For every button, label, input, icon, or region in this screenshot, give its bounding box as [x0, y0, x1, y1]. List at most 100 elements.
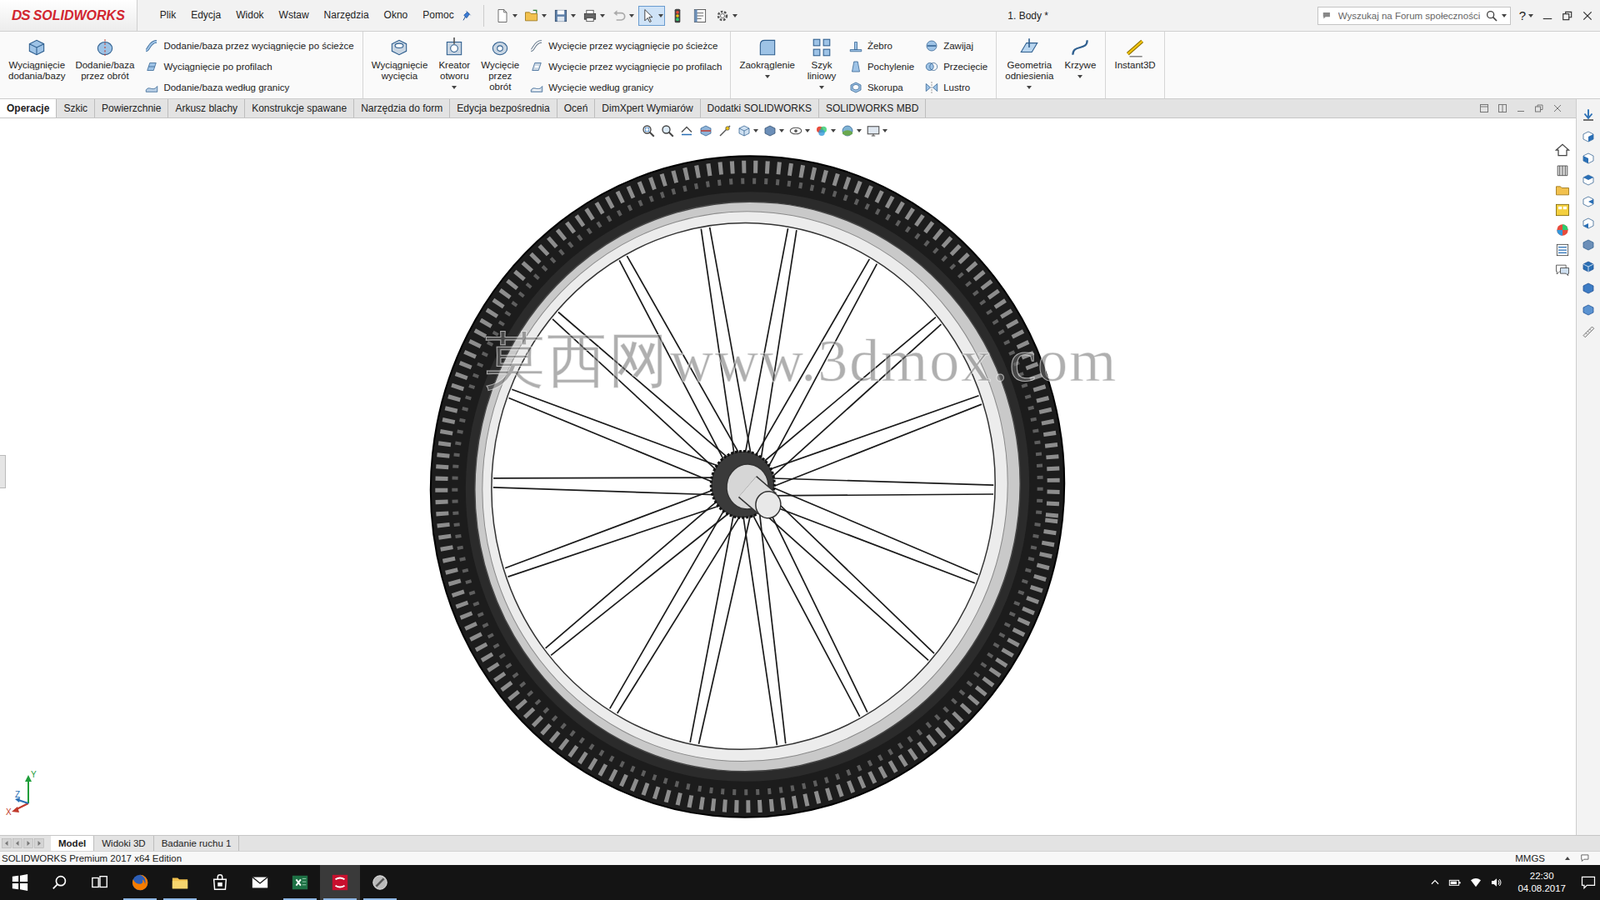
- select-pointer-button[interactable]: [638, 5, 665, 26]
- model-tab[interactable]: Model: [50, 835, 95, 851]
- intersect-icon[interactable]: [924, 59, 940, 75]
- open-folder-button[interactable]: [521, 5, 549, 26]
- dropdown-arrow[interactable]: [732, 14, 738, 18]
- close-icon[interactable]: [1581, 10, 1594, 22]
- ribbon-small-button[interactable]: Pochylenie: [848, 56, 915, 77]
- view-front-icon[interactable]: [1580, 129, 1596, 145]
- ribbon-small-label[interactable]: Wycięcie przez wyciągnięcie po profilach: [548, 61, 722, 72]
- ribbon-button-label[interactable]: Wyciągnięcie dodania/bazy: [8, 60, 65, 82]
- shell-icon[interactable]: [848, 80, 864, 95]
- ribbon-small-button[interactable]: Dodanie/baza według granicy: [144, 77, 354, 98]
- ribbon-small-label[interactable]: Przecięcie: [943, 61, 988, 72]
- dropdown-arrow[interactable]: [629, 14, 635, 18]
- ribbon-button-label[interactable]: Szyk liniowy: [807, 60, 837, 82]
- command-tab[interactable]: Edycja bezpośrednia: [450, 99, 557, 118]
- ribbon-button[interactable]: Kreator otworu: [433, 35, 475, 91]
- file-explorer-button[interactable]: [160, 865, 200, 900]
- ribbon-small-label[interactable]: Wycięcie przez wyciągnięcie po ścieżce: [548, 40, 718, 51]
- ribbon-small-button[interactable]: Wycięcie przez wyciągnięcie po profilach: [529, 56, 722, 77]
- new-document-icon[interactable]: [494, 7, 511, 25]
- ribbon-button-label[interactable]: Kreator otworu: [438, 60, 470, 82]
- ribbon-small-button[interactable]: Wycięcie przez wyciągnięcie po ścieżce: [529, 35, 722, 56]
- view-orientation-icon[interactable]: [736, 123, 752, 139]
- sweep-icon[interactable]: [144, 38, 160, 54]
- dynamic-annotation-icon[interactable]: [717, 123, 733, 139]
- dropdown-arrow[interactable]: [819, 85, 825, 90]
- excel-button[interactable]: [280, 865, 320, 900]
- ribbon-small-button[interactable]: Przecięcie: [924, 56, 988, 77]
- apply-scene-button[interactable]: [840, 123, 862, 139]
- ribbon-button[interactable]: Dodanie/baza przez obrót: [70, 35, 139, 84]
- cutloft-icon[interactable]: [529, 59, 545, 75]
- fillet-icon[interactable]: [756, 36, 779, 59]
- rebuild-button[interactable]: [667, 5, 688, 26]
- dropdown-arrow[interactable]: [541, 14, 547, 18]
- undo-button[interactable]: [609, 5, 636, 26]
- boundary-icon[interactable]: [144, 80, 160, 95]
- store-icon[interactable]: [210, 873, 230, 892]
- hide-show-items-button[interactable]: [788, 123, 810, 139]
- hole-icon[interactable]: [443, 36, 465, 59]
- apply-scene-icon[interactable]: [840, 123, 855, 139]
- firefox-icon[interactable]: [130, 873, 150, 892]
- ribbon-button-label[interactable]: Zaokrąglenie: [739, 60, 795, 71]
- undo-icon[interactable]: [610, 7, 628, 25]
- ribbon-button-label[interactable]: Wycięcie przez obrót: [480, 60, 520, 93]
- store-button[interactable]: [200, 865, 240, 900]
- mail-button[interactable]: [240, 865, 280, 900]
- ribbon-button[interactable]: Zaokrąglenie: [735, 35, 799, 80]
- clock[interactable]: 22:3004.08.2017: [1510, 870, 1573, 895]
- dropdown-arrow[interactable]: [1528, 14, 1534, 18]
- solidworks-button[interactable]: [320, 865, 360, 900]
- command-tab[interactable]: Szkic: [56, 99, 95, 118]
- options-gear-button[interactable]: [712, 5, 740, 26]
- mirror-icon[interactable]: [924, 80, 940, 95]
- show-hidden-icons-icon[interactable]: [1429, 876, 1441, 889]
- ribbon-button[interactable]: Krzywe: [1059, 35, 1101, 80]
- search-magnifier-icon[interactable]: [1485, 9, 1499, 23]
- previous-view-button[interactable]: [679, 123, 695, 139]
- file-explorer-icon[interactable]: [170, 873, 190, 892]
- command-tab[interactable]: Konstrukcje spawane: [245, 99, 355, 118]
- ribbon-small-button[interactable]: Żebro: [848, 35, 915, 56]
- dropdown-arrow[interactable]: [1026, 85, 1032, 90]
- cutbound-icon[interactable]: [529, 80, 545, 95]
- open-folder-icon[interactable]: [523, 7, 540, 25]
- minimize-icon[interactable]: [1541, 10, 1554, 22]
- scroll-first-icon[interactable]: [1, 838, 12, 849]
- view-orientation-button[interactable]: [736, 123, 759, 139]
- ribbon-button-label[interactable]: Wyciągnięcie wycięcia: [371, 60, 429, 82]
- bicycle-wheel-model-icon[interactable]: [0, 118, 1576, 835]
- pin-icon[interactable]: [461, 9, 475, 23]
- menu-item[interactable]: Pomoc: [415, 0, 461, 31]
- appearances-icon[interactable]: [1554, 221, 1571, 239]
- command-tab[interactable]: Dodatki SOLIDWORKS: [700, 99, 820, 118]
- dropdown-arrow[interactable]: [856, 129, 862, 133]
- zoom-to-fit-icon[interactable]: [640, 123, 656, 139]
- ribbon-small-button[interactable]: Dodanie/baza przez wyciągnięcie po ścież…: [144, 35, 354, 56]
- curve-icon[interactable]: [1069, 36, 1091, 59]
- graphics-area[interactable]: 莫西网www.3dmox.comYZX: [0, 118, 1576, 835]
- scroll-next-icon[interactable]: [23, 838, 34, 849]
- doc-restore-icon[interactable]: [1534, 103, 1545, 114]
- previous-view-icon[interactable]: [679, 123, 695, 139]
- dropdown-arrow[interactable]: [882, 129, 888, 133]
- command-tab[interactable]: DimXpert Wymiarów: [595, 99, 700, 118]
- wrap-icon[interactable]: [924, 38, 940, 54]
- view-left-icon[interactable]: [1580, 172, 1596, 188]
- cutsweep-icon[interactable]: [529, 38, 545, 54]
- ribbon-button-label[interactable]: Dodanie/baza przez obrót: [75, 60, 135, 82]
- display-style-button[interactable]: [762, 123, 785, 139]
- file-explorer-icon[interactable]: [1554, 181, 1571, 199]
- command-tab[interactable]: Oceń: [557, 99, 596, 118]
- save-icon[interactable]: [552, 7, 570, 25]
- solidworks-icon[interactable]: [330, 873, 350, 892]
- section-view-icon[interactable]: [698, 123, 714, 139]
- file-properties-icon[interactable]: [691, 7, 709, 25]
- ribbon-small-button[interactable]: Zawijaj: [924, 35, 988, 56]
- view-palette-icon[interactable]: [1554, 201, 1571, 219]
- quick-tips-icon[interactable]: [1580, 852, 1592, 865]
- plane-icon[interactable]: [1018, 36, 1040, 59]
- loft-icon[interactable]: [144, 59, 160, 75]
- menu-item[interactable]: Wstaw: [271, 0, 317, 31]
